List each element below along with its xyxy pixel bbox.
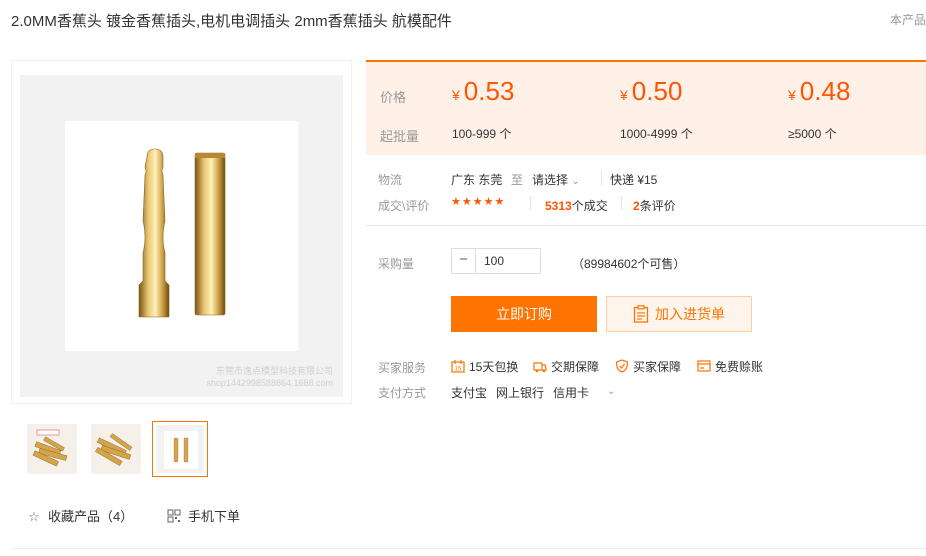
stock-text: （89984602个可售） [572, 257, 686, 271]
truck-icon [533, 362, 547, 373]
service-item[interactable]: 买家保障 [615, 358, 681, 375]
mobile-order-button[interactable]: 手机下单 [166, 506, 240, 525]
divider [621, 196, 622, 210]
qty-label: 采购量 [378, 257, 415, 271]
buy-now-button[interactable]: 立即订购 [451, 296, 597, 332]
logistics-label: 物流 [378, 173, 403, 187]
qr-code-icon [166, 509, 182, 524]
page-divider [11, 548, 926, 549]
thumbnail[interactable] [24, 421, 80, 477]
shipping-fee: 快递 ¥15 [610, 173, 658, 187]
rating-stars: ★★★★★ [451, 196, 506, 208]
service-item[interactable]: 免费赊账 [697, 358, 763, 375]
banana-plug-illustration [138, 148, 226, 318]
deals-count[interactable]: 5313个成交 [545, 197, 608, 214]
tier-price: 0.50 [631, 76, 683, 106]
price-tier: ¥0.50 1000-4999 个 [620, 76, 693, 141]
svg-text:15: 15 [455, 367, 462, 373]
chevron-down-icon: ⌄ [607, 386, 616, 397]
price-tier: ¥0.48 ≥5000 个 [788, 76, 851, 141]
quantity-input[interactable] [476, 249, 540, 273]
price-tier: ¥0.53 100-999 个 [452, 76, 515, 141]
service-item[interactable]: 交期保障 [533, 358, 599, 375]
payment-method: 网上银行 [496, 386, 545, 400]
payment-expand[interactable]: ⌄ [607, 383, 615, 397]
to-label: 至 [511, 173, 524, 187]
destination-select[interactable]: 请选择 ⌄ [532, 171, 580, 188]
image-watermark: 东莞市逸点模型科技有限公司 shop1442998588864.1688.com [206, 366, 333, 388]
main-image: 东莞市逸点模型科技有限公司 shop1442998588864.1688.com [20, 75, 343, 397]
chevron-down-icon: ⌄ [571, 176, 580, 187]
favorite-button[interactable]: ☆ 收藏产品（4） [26, 506, 133, 525]
minus-button[interactable]: − [452, 249, 476, 273]
thumbnail-image [164, 431, 198, 469]
star-outline-icon: ☆ [28, 509, 40, 524]
payment-label: 支付方式 [378, 386, 427, 400]
services-label: 买家服务 [378, 361, 427, 375]
thumbnail-image [95, 433, 133, 466]
thumbnail-image [32, 429, 68, 467]
brand-tag[interactable]: 本产品 [890, 11, 926, 28]
main-image-frame[interactable]: 东莞市逸点模型科技有限公司 shop1442998588864.1688.com [11, 60, 352, 404]
moq-label: 起批量 [380, 129, 420, 144]
review-count[interactable]: 2条评价 [633, 197, 676, 214]
price-label: 价格 [380, 90, 407, 105]
credit-icon [697, 360, 711, 372]
payment-method: 信用卡 [553, 386, 590, 400]
divider [530, 196, 531, 210]
tier-range: ≥5000 个 [788, 127, 837, 141]
payment-method: 支付宝 [451, 386, 488, 400]
tier-price: 0.53 [463, 76, 515, 106]
product-photo [65, 121, 298, 351]
shield-icon [615, 359, 629, 373]
reviews-label: 成交\评价 [378, 199, 430, 213]
quantity-stepper: − [451, 248, 541, 274]
divider [601, 171, 602, 185]
price-panel: 价格 起批量 ¥0.53 100-999 个 ¥0.50 1000-4999 个… [366, 60, 926, 155]
ship-origin: 广东 东莞 [451, 173, 503, 187]
clipboard-icon [633, 305, 649, 323]
add-to-cart-button[interactable]: 加入进货单 [606, 296, 752, 332]
service-item[interactable]: 15 15天包换 [451, 358, 518, 375]
tier-price: 0.48 [799, 76, 851, 106]
tier-range: 100-999 个 [452, 127, 512, 141]
thumbnail[interactable] [88, 421, 144, 477]
product-title: 2.0MM香蕉头 镀金香蕉插头,电机电调插头 2mm香蕉插头 航模配件 [11, 13, 452, 30]
section-divider [366, 225, 926, 226]
thumbnail-active[interactable] [152, 421, 208, 477]
exchange-icon: 15 [451, 360, 465, 373]
tier-range: 1000-4999 个 [620, 127, 693, 141]
